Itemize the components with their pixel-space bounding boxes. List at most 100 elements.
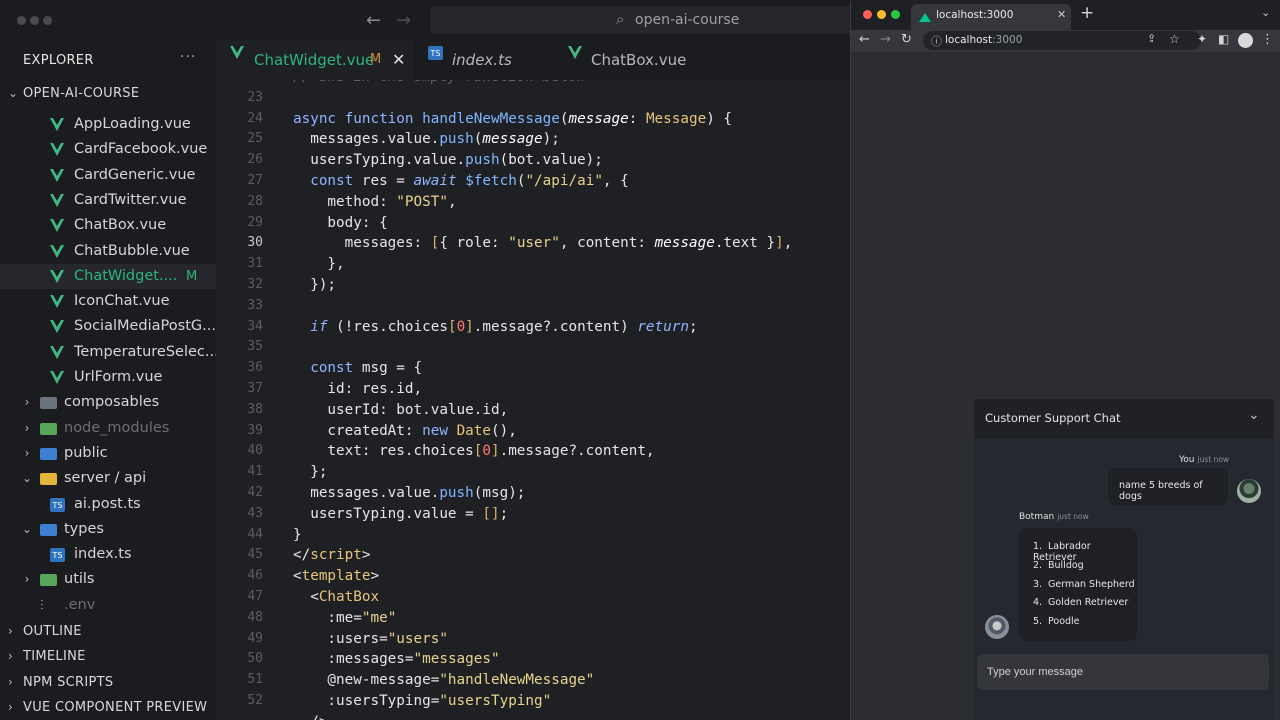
window-minimize-dot[interactable]	[30, 16, 39, 25]
message-input[interactable]	[985, 662, 1259, 682]
browser-tab[interactable]: localhost:3000 ✕	[911, 4, 1071, 30]
more-menu-icon[interactable]: ⋮	[1261, 32, 1274, 47]
back-icon[interactable]: ←	[859, 32, 870, 47]
code-line[interactable]: 37 id: res.id,	[216, 379, 850, 400]
code-line[interactable]: 47 <ChatBox	[216, 587, 850, 608]
code-line[interactable]: // and in the empty function below	[216, 80, 850, 88]
minimize-window-dot[interactable]	[877, 10, 886, 19]
code-line[interactable]: 50 :messages="messages"	[216, 649, 850, 670]
tree-item-chatwidget-[interactable]: ChatWidget.... M	[0, 263, 216, 289]
code-line[interactable]: 48 :me="me"	[216, 608, 850, 629]
tab-chatbox[interactable]: ChatBox.vue	[554, 40, 694, 80]
command-center-search[interactable]: ⌕ open-ai-course	[430, 6, 870, 34]
code-line[interactable]: 27 const res = await $fetch("/api/ai", {	[216, 171, 850, 192]
tree-item-public[interactable]: › public	[0, 441, 216, 466]
vue-file-icon	[230, 46, 244, 59]
tree-item-temperatureselec-[interactable]: TemperatureSelec...	[0, 340, 216, 365]
line-number: 50	[247, 651, 263, 667]
address-bar[interactable]: ⓘ localhost:3000 ⇪ ☆	[923, 31, 1201, 50]
code-line[interactable]: 31 },	[216, 254, 850, 275]
tree-item-utils[interactable]: › utils	[0, 567, 216, 592]
section-outline[interactable]: › OUTLINE	[0, 619, 216, 644]
code-area[interactable]: // and in the empty function below 23 24 as…	[216, 80, 850, 720]
tree-item-apploading-vue[interactable]: AppLoading.vue	[0, 112, 216, 137]
tree-item-urlform-vue[interactable]: UrlForm.vue	[0, 365, 216, 390]
close-tab-icon[interactable]: ✕	[1057, 8, 1066, 21]
close-icon[interactable]: ✕	[392, 40, 405, 80]
tree-item-socialmediapostg-[interactable]: SocialMediaPostG...	[0, 314, 216, 339]
folder-icon	[40, 397, 57, 410]
chevron-down-icon[interactable]: ⌄	[1248, 407, 1260, 423]
tree-item-cardgeneric-vue[interactable]: CardGeneric.vue	[0, 163, 216, 188]
section-vue-component-preview[interactable]: › VUE COMPONENT PREVIEW	[0, 695, 216, 720]
code-line[interactable]: 35	[216, 337, 850, 358]
code-line[interactable]: 40 text: res.choices[0].message?.content…	[216, 441, 850, 462]
code-line[interactable]: 26 usersTyping.value.push(bot.value);	[216, 150, 850, 171]
code-line[interactable]: 46 <template>	[216, 566, 850, 587]
project-root[interactable]: ⌄ OPEN-AI-COURSE	[0, 81, 216, 106]
section-timeline[interactable]: › TIMELINE	[0, 644, 216, 669]
tree-item-node-modules[interactable]: › node_modules	[0, 416, 216, 441]
code-line[interactable]: 41 };	[216, 462, 850, 483]
window-zoom-dot[interactable]	[43, 16, 52, 25]
code-line[interactable]: 44}	[216, 525, 850, 546]
line-number: 52	[247, 693, 263, 708]
code-line[interactable]: 39 createdAt: new Date(),	[216, 421, 850, 442]
tree-item-iconchat-vue[interactable]: IconChat.vue	[0, 289, 216, 314]
code-line[interactable]: 23	[216, 88, 850, 109]
message-input-box[interactable]	[977, 654, 1269, 690]
code-text: :users="users"	[293, 630, 448, 647]
code-text: },	[293, 256, 345, 273]
bookmark-star-icon[interactable]: ☆	[1169, 32, 1180, 46]
extensions-puzzle-icon[interactable]: ✦	[1197, 32, 1207, 46]
typescript-file-icon: TS	[428, 46, 443, 60]
code-line[interactable]: 33	[216, 296, 850, 317]
tab-index-ts[interactable]: TS index.ts	[414, 40, 554, 80]
code-line[interactable]: 25 messages.value.push(message);	[216, 129, 850, 150]
code-line[interactable]: 49 :users="users"	[216, 629, 850, 650]
tree-item-ai-post-ts[interactable]: TS ai.post.ts	[0, 492, 216, 517]
tree-item--env[interactable]: ⫶ .env	[0, 593, 216, 618]
tree-item-server-api[interactable]: ⌄ server / api	[0, 466, 216, 491]
line-number: 33	[247, 297, 263, 313]
reload-icon[interactable]: ↻	[901, 32, 912, 47]
code-line[interactable]: 30 messages: [{ role: "user", content: m…	[216, 233, 850, 254]
code-line[interactable]: 45 </script>	[216, 545, 850, 566]
back-arrow-icon[interactable]: ←	[366, 10, 381, 31]
tree-item-chatbubble-vue[interactable]: ChatBubble.vue	[0, 239, 216, 264]
vue-file-icon	[50, 118, 64, 131]
code-line[interactable]: 43 usersTyping.value = [];	[216, 504, 850, 525]
tab-search-chevron-icon[interactable]: ⌄	[1261, 6, 1270, 19]
tree-item-types[interactable]: ⌄ types	[0, 517, 216, 542]
section-npm-scripts[interactable]: › NPM SCRIPTS	[0, 670, 216, 695]
new-tab-icon[interactable]: +	[1080, 3, 1094, 23]
code-line[interactable]: 51 @new-message="handleNewMessage"	[216, 670, 850, 691]
code-line[interactable]: 42 messages.value.push(msg);	[216, 483, 850, 504]
window-close-dot[interactable]	[17, 16, 26, 25]
explorer-more-icon[interactable]: ···	[180, 49, 196, 65]
code-line[interactable]: 36 const msg = {	[216, 358, 850, 379]
profile-avatar[interactable]	[1238, 33, 1253, 48]
code-line[interactable]: 52 :usersTyping="usersTyping"	[216, 691, 850, 712]
code-line[interactable]: 34 if (!res.choices[0].message?.content)…	[216, 317, 850, 338]
close-window-dot[interactable]	[863, 10, 872, 19]
code-line[interactable]: 32 });	[216, 275, 850, 296]
code-line[interactable]: />	[216, 712, 850, 720]
code-line[interactable]: 29 body: {	[216, 213, 850, 234]
code-text: body: {	[293, 214, 388, 231]
tree-item-cardfacebook-vue[interactable]: CardFacebook.vue	[0, 137, 216, 162]
code-line[interactable]: 38 userId: bot.value.id,	[216, 400, 850, 421]
share-icon[interactable]: ⇪	[1147, 32, 1156, 45]
tab-chatwidget[interactable]: ChatWidget.vue M ✕	[216, 40, 414, 80]
forward-arrow-icon[interactable]: →	[396, 10, 411, 31]
forward-icon[interactable]: →	[880, 32, 891, 47]
code-line[interactable]: 24 async function handleNewMessage(messag…	[216, 109, 850, 130]
chat-header[interactable]: Customer Support Chat ⌄	[974, 399, 1274, 439]
tree-item-composables[interactable]: › composables	[0, 390, 216, 415]
zoom-window-dot[interactable]	[891, 10, 900, 19]
code-line[interactable]: 28 method: "POST",	[216, 192, 850, 213]
tree-item-cardtwitter-vue[interactable]: CardTwitter.vue	[0, 188, 216, 213]
side-panel-icon[interactable]: ◧	[1218, 32, 1229, 46]
tree-item-chatbox-vue[interactable]: ChatBox.vue	[0, 213, 216, 238]
tree-item-index-ts[interactable]: TS index.ts	[0, 542, 216, 567]
